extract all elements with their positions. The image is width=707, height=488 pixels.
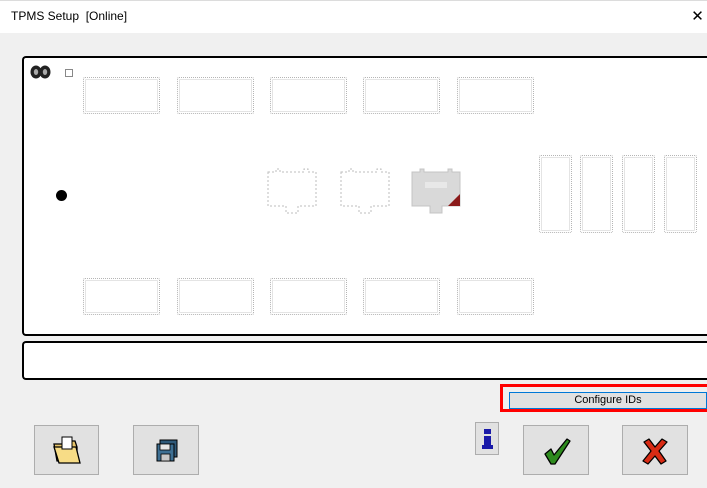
info-button[interactable] <box>475 422 499 455</box>
info-icon <box>482 429 493 449</box>
sensor-outline-icon[interactable] <box>266 168 318 218</box>
open-button[interactable] <box>34 425 99 475</box>
ok-button[interactable] <box>523 425 589 475</box>
tire-slot-side-2[interactable] <box>580 155 613 233</box>
close-button[interactable]: ✕ <box>688 7 707 27</box>
tire-slot-top-3[interactable] <box>270 77 347 114</box>
tire-slot-top-2[interactable] <box>177 77 254 114</box>
tire-slot-bottom-4[interactable] <box>363 278 440 315</box>
legend-checkbox[interactable] <box>65 69 73 77</box>
tire-slot-bottom-3[interactable] <box>270 278 347 315</box>
tire-slot-bottom-1[interactable] <box>83 278 160 315</box>
cross-icon <box>642 438 668 465</box>
save-button[interactable] <box>133 425 199 475</box>
status-message-box <box>22 341 707 380</box>
tire-slot-side-1[interactable] <box>539 155 572 233</box>
tire-slot-bottom-5[interactable] <box>457 278 534 315</box>
cancel-button[interactable] <box>622 425 688 475</box>
vehicle-dot <box>56 190 67 201</box>
tire-slot-bottom-2[interactable] <box>177 278 254 315</box>
tpms-setup-window: TPMS Setup [Online] ✕ Configure IDs <box>0 0 707 488</box>
title-bar: TPMS Setup [Online] ✕ <box>0 1 707 33</box>
dual-tire-icon <box>30 65 51 79</box>
configure-ids-button[interactable]: Configure IDs <box>509 392 707 409</box>
tire-slot-top-5[interactable] <box>457 77 534 114</box>
window-title: TPMS Setup [Online] <box>11 9 128 23</box>
tire-slot-side-4[interactable] <box>664 155 697 233</box>
tire-slot-side-3[interactable] <box>622 155 655 233</box>
checkmark-icon <box>544 438 571 465</box>
open-folder-icon <box>53 436 81 464</box>
tire-layout-canvas <box>22 56 707 336</box>
sensor-outline-icon[interactable] <box>339 168 391 218</box>
save-disk-icon <box>156 439 178 462</box>
sensor-active-icon[interactable] <box>410 168 462 218</box>
tire-slot-top-1[interactable] <box>83 77 160 114</box>
tire-slot-top-4[interactable] <box>363 77 440 114</box>
